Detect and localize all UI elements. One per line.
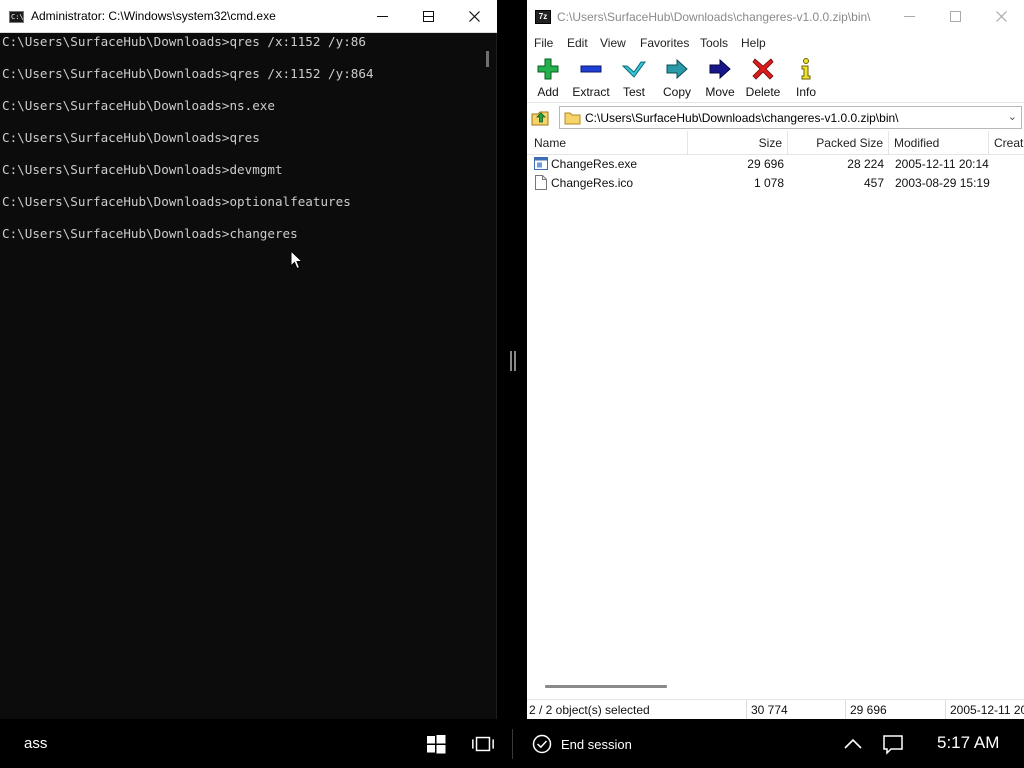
close-icon xyxy=(995,11,1007,22)
add-button[interactable]: Add xyxy=(526,57,570,101)
info-icon xyxy=(801,58,811,80)
folder-icon xyxy=(564,112,581,125)
taskbar-clock[interactable]: 5:17 AM xyxy=(937,733,999,753)
test-button[interactable]: Test xyxy=(612,57,656,101)
mouse-pointer-icon xyxy=(290,250,304,270)
zip-menubar: File Edit View Favorites Tools Help xyxy=(527,33,1024,53)
maximize-icon xyxy=(949,11,961,22)
zip-close-button[interactable] xyxy=(978,0,1024,33)
zip-maximize-button[interactable] xyxy=(932,0,978,33)
column-header-name[interactable]: Name xyxy=(527,131,688,155)
test-checkmark-icon xyxy=(622,61,646,78)
end-session-button[interactable]: End session xyxy=(561,737,632,752)
cmd-maximize-button[interactable] xyxy=(405,0,451,33)
minimize-icon xyxy=(376,16,388,17)
copy-arrow-icon xyxy=(666,58,688,80)
taskbar: ass End session 5:17 AM xyxy=(0,719,1024,768)
add-icon xyxy=(537,58,559,80)
file-name: ChangeRes.ico xyxy=(551,176,634,190)
file-packed-size: 28 224 xyxy=(847,157,884,171)
status-size: 30 774 xyxy=(751,703,788,717)
menu-tools[interactable]: Tools xyxy=(700,36,728,50)
column-header-modified[interactable]: Modified xyxy=(889,131,989,155)
file-modified: 2003-08-29 15:19 xyxy=(895,176,990,190)
cmd-line: C:\Users\SurfaceHub\Downloads>ns.exe xyxy=(2,98,275,113)
delete-button[interactable]: Delete xyxy=(741,57,785,101)
move-arrow-icon xyxy=(709,58,731,80)
7zip-app-icon: 7z xyxy=(535,10,551,24)
action-center-icon[interactable] xyxy=(881,732,905,756)
file-modified: 2005-12-11 20:14 xyxy=(895,157,989,171)
delete-x-icon xyxy=(752,58,774,80)
snap-divider[interactable] xyxy=(497,0,527,719)
cmd-line: C:\Users\SurfaceHub\Downloads>changeres xyxy=(2,226,298,241)
file-name: ChangeRes.exe xyxy=(551,157,638,171)
end-session-check-icon[interactable] xyxy=(530,732,554,756)
path-text: C:\Users\SurfaceHub\Downloads\changeres-… xyxy=(585,111,899,125)
cmd-line: C:\Users\SurfaceHub\Downloads>optionalfe… xyxy=(2,194,351,209)
cmd-line: C:\Users\SurfaceHub\Downloads>qres /x:11… xyxy=(2,34,366,49)
folder-up-icon xyxy=(531,111,549,126)
extract-icon xyxy=(580,65,602,73)
column-header-size[interactable]: Size xyxy=(688,131,788,155)
menu-edit[interactable]: Edit xyxy=(567,36,588,50)
status-selection: 2 / 2 object(s) selected xyxy=(529,703,650,717)
cmd-output[interactable]: C:\Users\SurfaceHub\Downloads>qres /x:11… xyxy=(0,33,486,719)
menu-help[interactable]: Help xyxy=(741,36,766,50)
extract-button[interactable]: Extract xyxy=(569,57,613,101)
menu-favorites[interactable]: Favorites xyxy=(640,36,689,50)
minimize-icon xyxy=(903,16,915,17)
up-folder-button[interactable] xyxy=(530,107,552,127)
move-button[interactable]: Move xyxy=(698,57,742,101)
cmd-minimize-btn[interactable] xyxy=(359,0,405,33)
zip-window[interactable]: 7z C:\Users\SurfaceHub\Downloads\changer… xyxy=(527,0,1024,720)
column-header-packed-size[interactable]: Packed Size xyxy=(788,131,889,155)
cmd-scrollbar[interactable] xyxy=(485,33,496,719)
zip-addressbar: C:\Users\SurfaceHub\Downloads\changeres-… xyxy=(527,104,1024,130)
cmd-app-icon: C:\ xyxy=(9,11,24,23)
zip-window-title: C:\Users\SurfaceHub\Downloads\changeres-… xyxy=(557,10,871,24)
status-modified: 2005-12-11 20 xyxy=(950,703,1024,717)
taskbar-app-label[interactable]: ass xyxy=(24,735,47,752)
file-row[interactable]: ChangeRes.ico 1 078 457 2003-08-29 15:19 xyxy=(527,174,1024,193)
column-header-created[interactable]: Creat xyxy=(989,131,1024,155)
cmd-window[interactable]: C:\ Administrator: C:\Windows\system32\c… xyxy=(0,0,497,719)
exe-file-icon xyxy=(534,157,548,170)
menu-file[interactable]: File xyxy=(534,36,553,50)
cmd-line: C:\Users\SurfaceHub\Downloads>devmgmt xyxy=(2,162,283,177)
ico-file-icon xyxy=(535,175,547,190)
zip-titlebar[interactable]: 7z C:\Users\SurfaceHub\Downloads\changer… xyxy=(527,0,1024,33)
cmd-window-title: Administrator: C:\Windows\system32\cmd.e… xyxy=(31,9,276,23)
file-row[interactable]: ChangeRes.exe 29 696 28 224 2005-12-11 2… xyxy=(527,155,1024,174)
status-packed-size: 29 696 xyxy=(850,703,887,717)
info-button[interactable]: Info xyxy=(784,57,828,101)
chevron-down-icon[interactable]: ⌄ xyxy=(1008,110,1017,123)
zip-minimize-button[interactable] xyxy=(886,0,932,33)
file-packed-size: 457 xyxy=(863,176,884,190)
cmd-close-button[interactable] xyxy=(451,0,497,33)
close-icon xyxy=(468,11,480,22)
cmd-scroll-thumb[interactable] xyxy=(486,51,489,67)
file-size: 1 078 xyxy=(753,176,784,190)
cmd-line: C:\Users\SurfaceHub\Downloads>qres xyxy=(2,130,260,145)
cmd-line: C:\Users\SurfaceHub\Downloads>qres /x:11… xyxy=(2,66,374,81)
horizontal-scrollbar-thumb[interactable] xyxy=(545,685,667,688)
maximize-icon xyxy=(422,11,434,22)
chevron-up-icon[interactable] xyxy=(841,732,865,756)
file-size: 29 696 xyxy=(747,157,784,171)
path-combobox[interactable]: C:\Users\SurfaceHub\Downloads\changeres-… xyxy=(559,106,1022,129)
zip-toolbar: Add Extract Test Copy Move Delete Info xyxy=(527,53,1024,103)
zip-statusbar: 2 / 2 object(s) selected 30 774 29 696 2… xyxy=(527,699,1024,720)
windows-start-icon[interactable] xyxy=(424,732,448,756)
file-list-header: Name Size Packed Size Modified Creat xyxy=(527,131,1024,155)
task-view-icon[interactable] xyxy=(471,732,495,756)
copy-button[interactable]: Copy xyxy=(655,57,699,101)
menu-view[interactable]: View xyxy=(600,36,626,50)
snap-grip-handle[interactable] xyxy=(510,351,516,371)
